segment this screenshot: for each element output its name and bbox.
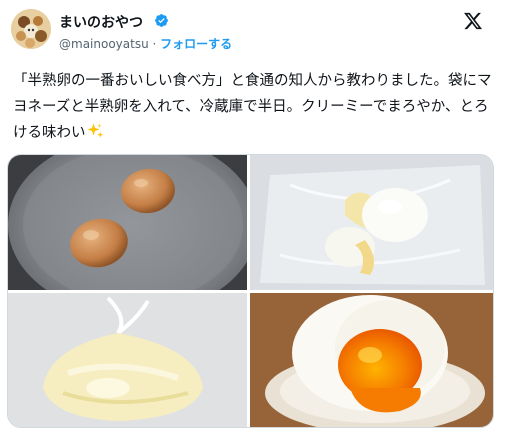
display-name[interactable]: まいのおやつ	[59, 12, 143, 32]
photo-1-image	[8, 155, 247, 290]
user-handle[interactable]: @mainooyatsu	[59, 37, 149, 51]
follow-button[interactable]: フォローする	[160, 37, 232, 51]
photo-bag-tied-mayo[interactable]	[8, 293, 247, 427]
photo-4-image	[250, 293, 493, 427]
photo-boiled-eggs-in-pot[interactable]	[8, 155, 247, 290]
avatar[interactable]	[11, 9, 51, 49]
avatar-image	[11, 9, 51, 49]
photo-soft-boiled-egg-cut[interactable]	[250, 293, 493, 427]
separator-dot: ·	[152, 37, 157, 51]
photo-2-image	[250, 155, 493, 290]
photo-eggs-in-bag-with-mayo[interactable]	[250, 155, 493, 290]
verified-badge-icon	[155, 14, 168, 27]
media-grid	[7, 154, 494, 428]
x-logo-icon[interactable]	[463, 11, 483, 31]
sparkles-emoji-icon	[87, 123, 103, 138]
tweet-header: まいのおやつ @mainooyatsu · フォローする	[0, 0, 507, 62]
photo-3-image	[8, 293, 247, 427]
handle-row: @mainooyatsu · フォローする	[59, 35, 232, 52]
tweet-text: 「半熟卵の一番おいしい食べ方」と食通の知人から教わりました。袋にマヨネーズと半熟…	[13, 68, 499, 146]
